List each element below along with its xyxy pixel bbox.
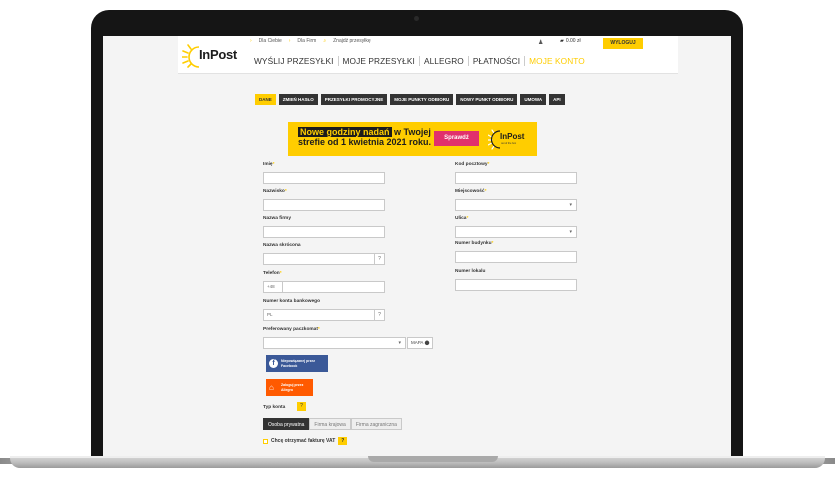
laptop-notch [368,456,498,462]
map-button[interactable]: MAPA ⬤ [407,337,434,349]
camera-icon [414,16,419,21]
vat-row: Chcę otrzymać fakturę VAT ? [263,437,348,445]
select-miejscowosc[interactable]: ▾ [455,199,577,211]
allegro-button[interactable]: ⌂ Zaloguj przez Allegro [266,379,313,396]
top-link-dla-firm[interactable]: Dla Firm [297,38,316,44]
label-typ-konta: Typ konta [263,405,286,410]
basket-icon: ⌂ [269,383,274,392]
banner-logo-text: InPost [500,132,525,141]
label-lokal: Numer lokalu [455,269,486,274]
wallet[interactable]: ▰ 0.00 zł [560,38,581,44]
site-header: InPost › Dla Ciebie › Dla Firm ⌕ Znajdź … [178,36,678,74]
label-paczkomat: Preferowany paczkomat* [263,327,320,332]
help-button[interactable]: ? [374,310,384,320]
input-imie[interactable] [263,172,385,184]
chevron-down-icon: ▾ [569,229,572,235]
banner-line2: strefie od 1 kwietnia 2021 roku. [298,137,432,147]
option-foreign-company[interactable]: Firma zagraniczna [350,418,402,430]
input-nazwa-skrocona[interactable]: ? [263,253,385,265]
help-button[interactable]: ? [297,402,306,411]
select-ulica[interactable]: ▾ [455,226,577,238]
facebook-label: Niepowiązanej przez Facebook [281,359,316,368]
tab-api[interactable]: API [549,94,565,105]
chevron-down-icon: ▾ [569,202,572,208]
label-ulica: Ulica* [455,216,469,221]
wallet-icon: ▰ [560,38,564,44]
bullet-icon: › [288,38,291,44]
promo-banner[interactable]: Nowe godziny nadań w Twojej strefie od 1… [288,122,537,156]
laptop-mockup: InPost › Dla Ciebie › Dla Firm ⌕ Znajdź … [0,0,835,477]
help-button[interactable]: ? [338,437,348,445]
wallet-balance: 0.00 zł [565,38,581,44]
input-telefon[interactable]: +48 [263,281,385,293]
logout-button[interactable]: WYLOGUJ [603,38,643,49]
nav-send[interactable]: WYŚLIJ PRZESYŁKI [250,56,339,66]
nav-payments[interactable]: PŁATNOŚCI [469,56,526,66]
help-button[interactable]: ? [374,254,384,264]
option-private[interactable]: Osoba prywatna [263,418,310,430]
vat-checkbox[interactable] [263,438,268,444]
input-konto[interactable]: PL ? [263,309,385,321]
top-link-track[interactable]: Znajdź przesyłkę [333,38,371,44]
input-lokal[interactable] [455,279,577,291]
nav-my-parcels[interactable]: MOJE PRZESYŁKI [339,56,420,66]
phone-prefix: +48 [267,284,275,289]
tab-promo-parcels[interactable]: PRZESYŁKI PROMOCYJNE [320,94,388,105]
input-budynek[interactable] [455,251,577,263]
label-nazwa-firmy: Nazwa firmy [263,216,291,221]
tab-contract[interactable]: UMOWA [520,94,547,105]
tab-change-password[interactable]: ZMIEŃ HASŁO [278,94,318,105]
input-kod[interactable] [455,172,577,184]
label-budynek: Numer budynku* [455,241,494,246]
browser-screen: InPost › Dla Ciebie › Dla Firm ⌕ Znajdź … [103,36,731,456]
inpost-logo[interactable]: InPost [182,42,238,68]
banner-inpost-logo: InPost out of the box [488,128,533,150]
top-link-dla-ciebie[interactable]: Dla Ciebie [259,38,282,44]
iban-prefix: PL [267,312,273,317]
input-nazwa-firmy[interactable] [263,226,385,238]
laptop-bezel: InPost › Dla Ciebie › Dla Firm ⌕ Znajdź … [91,10,743,456]
vat-label: Chcę otrzymać fakturę VAT [271,438,336,444]
main-nav: WYŚLIJ PRZESYŁKI MOJE PRZESYŁKI ALLEGRO … [250,56,589,66]
chevron-down-icon: ▾ [398,340,401,346]
label-imie: Imię* [263,162,275,167]
label-konto: Numer konta bankowego [263,299,321,304]
label-telefon: Telefon* [263,271,282,276]
banner-check-button[interactable]: Sprawdź [434,131,479,146]
bullet-icon: › [250,38,252,44]
user-icon[interactable]: ♟ [538,39,543,46]
label-nazwa-skrocona: Nazwa skrócona [263,243,301,248]
account-subtabs: DANE ZMIEŃ HASŁO PRZESYŁKI PROMOCYJNE MO… [255,94,565,105]
nav-my-account[interactable]: MOJE KONTO [525,56,589,66]
prefix-divider [282,282,283,292]
search-icon: ⌕ [323,38,327,44]
tab-pickup-points[interactable]: MOJE PUNKTY ODBIORU [390,94,454,105]
nav-allegro[interactable]: ALLEGRO [420,56,469,66]
tab-new-pickup-point[interactable]: NOWY PUNKT ODBIORU [456,94,518,105]
allegro-label: Zaloguj przez Allegro [281,383,304,392]
banner-text: Nowe godziny nadań w Twojej strefie od 1… [298,127,431,147]
banner-highlight: Nowe godziny nadań [298,127,392,137]
laptop-base [10,456,825,468]
map-pin-icon: ⬤ [424,340,430,345]
top-links: › Dla Ciebie › Dla Firm ⌕ Znajdź przesył… [250,38,371,44]
banner-logo-sub: out of the box [501,142,517,145]
account-type-segmented: Osoba prywatna Firma krajowa Firma zagra… [263,418,402,430]
label-nazwisko: Nazwisko* [263,189,287,194]
tab-dane[interactable]: DANE [255,94,276,105]
logo-text: InPost [199,47,237,62]
label-kod: Kod pocztowy* [455,162,490,167]
facebook-button[interactable]: f Niepowiązanej przez Facebook [266,355,328,372]
facebook-icon: f [269,359,278,368]
select-paczkomat[interactable]: ▾ [263,337,406,349]
option-domestic-company[interactable]: Firma krajowa [309,418,351,430]
input-nazwisko[interactable] [263,199,385,211]
label-miejscowosc: Miejscowość* [455,189,487,194]
banner-line1: w Twojej [391,127,431,137]
